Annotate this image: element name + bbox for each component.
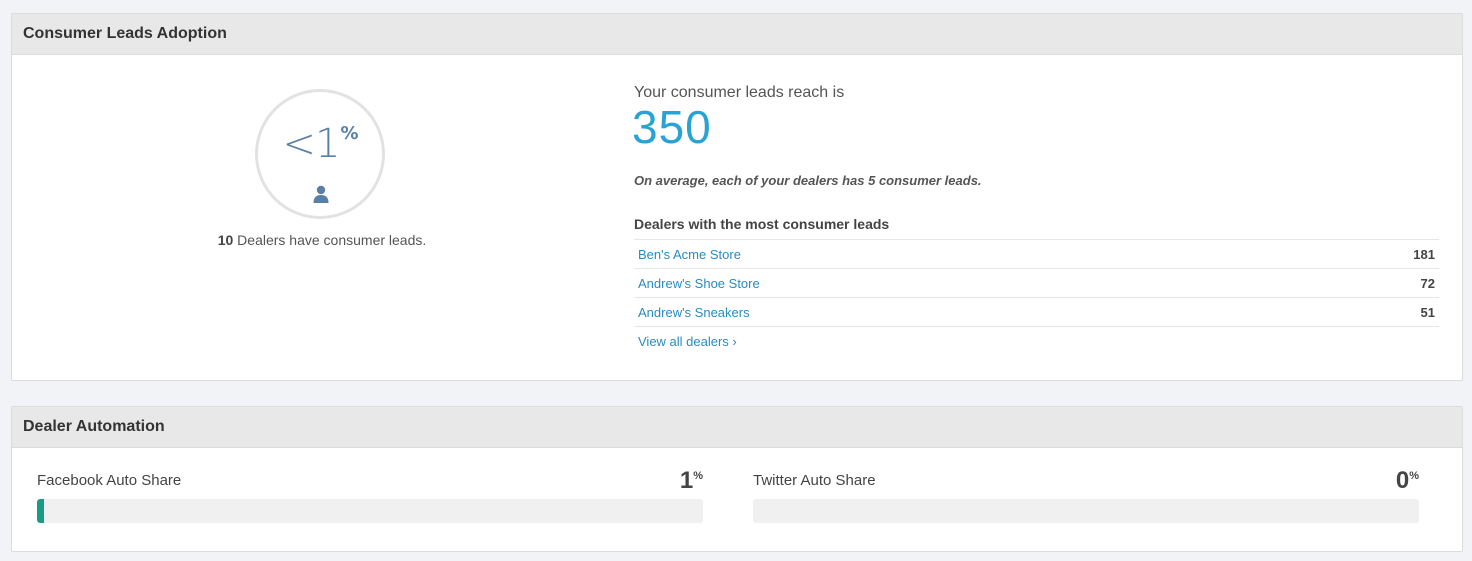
adoption-percent-unit: %	[340, 123, 358, 144]
dealers-with-leads-caption: 10 Dealers have consumer leads.	[142, 232, 502, 248]
panel-title: Consumer Leads Adoption	[12, 14, 1462, 55]
twitter-percent-unit: %	[1409, 470, 1419, 482]
dealer-link[interactable]: Ben's Acme Store	[638, 247, 741, 262]
view-all-dealers-link[interactable]: View all dealers ›	[638, 334, 737, 349]
dealer-lead-count: 181	[1413, 246, 1435, 262]
dealer-automation-panel: Dealer Automation Facebook Auto Share 1%…	[11, 406, 1463, 552]
top-dealers-heading: Dealers with the most consumer leads	[634, 216, 890, 232]
adoption-percent: <1%	[258, 124, 382, 164]
dealers-caption-text: Dealers have consumer leads.	[233, 232, 427, 248]
facebook-percent-value: 1	[679, 467, 694, 494]
top-dealers-list: Ben's Acme Store 181 Andrew's Shoe Store…	[634, 239, 1439, 355]
reach-value: 350	[632, 101, 712, 153]
average-leads-text: On average, each of your dealers has 5 c…	[634, 173, 982, 188]
adoption-ring: <1%	[255, 89, 385, 219]
user-icon	[313, 185, 329, 203]
dealer-link[interactable]: Andrew's Sneakers	[638, 305, 750, 320]
facebook-auto-share-percent: 1%	[680, 467, 703, 495]
dealer-row: Andrew's Sneakers 51	[634, 297, 1439, 326]
view-all-row: View all dealers ›	[634, 326, 1439, 355]
facebook-percent-unit: %	[693, 470, 703, 482]
facebook-auto-share-label: Facebook Auto Share	[37, 472, 182, 489]
dealer-link[interactable]: Andrew's Shoe Store	[638, 276, 760, 291]
adoption-percent-value: <1	[282, 121, 340, 167]
panel-title: Dealer Automation	[12, 407, 1462, 448]
twitter-percent-value: 0	[1395, 467, 1410, 494]
twitter-auto-share-percent: 0%	[1396, 467, 1419, 495]
dealer-lead-count: 51	[1420, 304, 1435, 320]
dealer-row: Andrew's Shoe Store 72	[634, 268, 1439, 297]
twitter-auto-share-label: Twitter Auto Share	[753, 472, 876, 489]
twitter-progress-bar	[753, 499, 1419, 523]
dealers-count: 10	[217, 232, 234, 248]
facebook-progress-fill	[37, 499, 44, 523]
consumer-leads-adoption-panel: Consumer Leads Adoption <1% 10 Dealers h…	[11, 13, 1463, 381]
dealer-lead-count: 72	[1420, 275, 1435, 291]
facebook-progress-bar	[37, 499, 703, 523]
dealer-row: Ben's Acme Store 181	[634, 239, 1439, 268]
